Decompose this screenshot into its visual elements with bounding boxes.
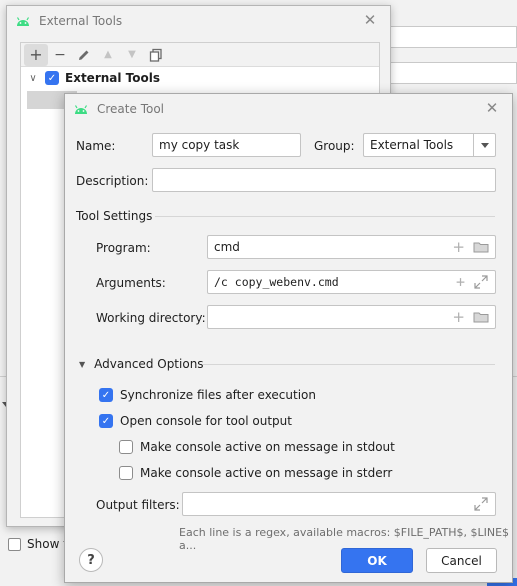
copy-tool-button[interactable] xyxy=(144,44,168,66)
tree-row-external-tools[interactable]: ∨ ✓ External Tools xyxy=(21,67,379,89)
description-label: Description: xyxy=(76,174,149,188)
section-divider xyxy=(155,216,495,217)
group-value: External Tools xyxy=(370,138,454,152)
option-label: Open console for tool output xyxy=(120,414,292,428)
group-select[interactable]: External Tools xyxy=(363,133,496,157)
arguments-value: /c copy_webenv.cmd xyxy=(214,275,339,289)
create-tool-title: Create Tool xyxy=(97,102,164,116)
remove-tool-button[interactable]: − xyxy=(48,44,72,66)
add-tool-button[interactable]: + xyxy=(24,43,48,66)
option-label: Make console active on message in stdout xyxy=(140,440,395,454)
program-actions: + xyxy=(452,239,489,255)
folder-icon[interactable] xyxy=(473,309,489,325)
move-up-button[interactable]: ▲ xyxy=(96,44,120,66)
edit-tool-button[interactable] xyxy=(72,44,96,66)
close-icon[interactable]: ✕ xyxy=(484,100,500,116)
insert-macro-plus-icon[interactable]: + xyxy=(452,309,465,325)
chevron-down-icon[interactable]: ∨ xyxy=(27,73,39,84)
ok-button[interactable]: OK xyxy=(341,548,413,573)
tree-group-checkbox[interactable]: ✓ xyxy=(45,71,59,85)
close-icon[interactable]: ✕ xyxy=(362,12,378,28)
advanced-options-toggle[interactable]: ▼ Advanced Options xyxy=(79,357,204,371)
android-icon xyxy=(74,105,88,114)
option-console-stdout[interactable]: Make console active on message in stdout xyxy=(119,440,395,454)
external-tools-title: External Tools xyxy=(39,14,123,28)
output-filters-actions xyxy=(473,496,489,512)
background-show-checkbox[interactable]: Show t xyxy=(8,537,68,551)
expand-icon[interactable] xyxy=(473,496,489,512)
program-field[interactable]: cmd + xyxy=(207,235,496,259)
android-icon xyxy=(16,17,30,26)
option-synchronize-files[interactable]: ✓ Synchronize files after execution xyxy=(99,388,316,402)
checkbox-icon[interactable] xyxy=(119,440,133,454)
help-button[interactable]: ? xyxy=(79,548,103,572)
name-field[interactable]: my copy task xyxy=(152,133,301,157)
output-filters-label: Output filters: xyxy=(96,498,180,512)
move-down-button[interactable]: ▼ xyxy=(120,44,144,66)
name-value: my copy task xyxy=(159,138,240,152)
program-value: cmd xyxy=(214,240,240,254)
collapse-triangle-icon[interactable]: ▼ xyxy=(79,360,85,369)
description-field[interactable] xyxy=(152,168,496,192)
arguments-label: Arguments: xyxy=(96,276,166,290)
program-label: Program: xyxy=(96,241,151,255)
create-tool-dialog: Create Tool ✕ Name: my copy task Group: … xyxy=(64,93,513,583)
option-console-stderr[interactable]: Make console active on message in stderr xyxy=(119,466,392,480)
output-filters-field[interactable] xyxy=(182,492,496,516)
expand-icon[interactable] xyxy=(473,274,489,290)
tree-group-label: External Tools xyxy=(65,71,160,85)
checkbox-icon[interactable] xyxy=(8,537,21,551)
chevron-down-icon[interactable] xyxy=(473,134,495,156)
folder-icon[interactable] xyxy=(473,239,489,255)
option-label: Make console active on message in stderr xyxy=(140,466,393,480)
create-tool-titlebar: Create Tool xyxy=(65,94,512,124)
external-tools-titlebar: External Tools xyxy=(7,6,390,36)
name-label: Name: xyxy=(76,139,116,153)
arguments-field[interactable]: /c copy_webenv.cmd + xyxy=(207,270,496,294)
background-show-label: Show t xyxy=(27,537,68,551)
working-directory-label: Working directory: xyxy=(96,311,206,325)
working-directory-field[interactable]: + xyxy=(207,305,496,329)
group-label: Group: xyxy=(314,139,355,153)
tool-settings-title: Tool Settings xyxy=(76,209,153,223)
option-label: Synchronize files after execution xyxy=(120,388,316,402)
section-divider xyxy=(203,364,495,365)
option-open-console[interactable]: ✓ Open console for tool output xyxy=(99,414,292,428)
pencil-icon xyxy=(79,50,89,60)
working-directory-actions: + xyxy=(452,309,489,325)
copy-icon xyxy=(149,48,162,62)
external-tools-toolbar: + − ▲ ▼ xyxy=(21,43,379,67)
insert-macro-plus-icon[interactable]: + xyxy=(456,274,465,290)
insert-macro-plus-icon[interactable]: + xyxy=(452,239,465,255)
advanced-options-title: Advanced Options xyxy=(94,357,204,371)
checkbox-checked-icon[interactable]: ✓ xyxy=(99,388,113,402)
checkbox-checked-icon[interactable]: ✓ xyxy=(99,414,113,428)
arguments-actions: + xyxy=(456,274,489,290)
checkbox-icon[interactable] xyxy=(119,466,133,480)
cancel-button[interactable]: Cancel xyxy=(426,548,497,573)
